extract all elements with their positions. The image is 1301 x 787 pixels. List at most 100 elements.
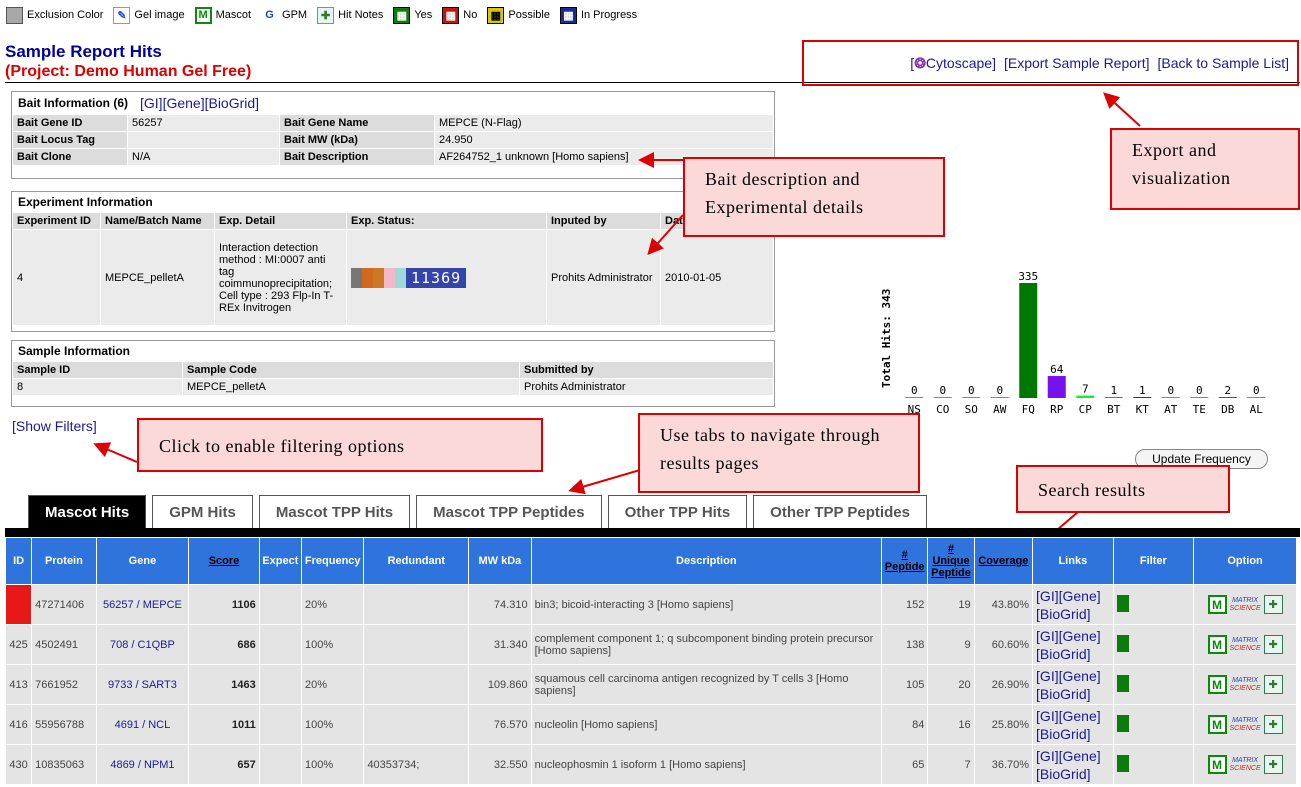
bait-key: Bait Gene ID bbox=[12, 114, 128, 132]
status-color-swatch bbox=[362, 267, 373, 288]
mascot-icon[interactable]: M bbox=[1207, 675, 1227, 694]
gi-link[interactable]: [GI] bbox=[1036, 748, 1059, 764]
chart-bar-cp bbox=[1076, 395, 1095, 398]
gi-link[interactable]: [GI] bbox=[1036, 628, 1059, 644]
gi-link[interactable]: [GI] bbox=[1036, 708, 1059, 724]
matrix-science-icon[interactable]: MATRIX SCIENCE bbox=[1230, 717, 1261, 733]
frequency: 100% bbox=[301, 744, 365, 785]
biogrid-link[interactable]: [BioGrid] bbox=[1036, 606, 1090, 622]
score: 657 bbox=[188, 744, 260, 785]
legend-label: No bbox=[463, 9, 478, 21]
matrix-label: MATRIX bbox=[1232, 596, 1259, 604]
links-cell: [GI][Gene] [BioGrid] bbox=[1032, 624, 1114, 665]
gene-db-link[interactable]: [Gene] bbox=[1059, 628, 1101, 644]
hit-notes-icon[interactable]: ✚ bbox=[1263, 635, 1283, 654]
peptide-count: 105 bbox=[881, 664, 929, 705]
gene-link[interactable]: 4691 / NCL bbox=[95, 704, 190, 745]
gene-link[interactable]: 4869 / NPM1 bbox=[95, 744, 190, 785]
legend-label: Mascot bbox=[215, 9, 252, 21]
biogrid-link[interactable]: [BioGrid] bbox=[1036, 646, 1090, 662]
show-filters-link[interactable]: [Show Filters] bbox=[12, 418, 97, 434]
matrix-science-icon[interactable]: MATRIX SCIENCE bbox=[1230, 757, 1261, 773]
hit-notes-icon[interactable]: ✚ bbox=[1263, 675, 1283, 694]
row-id: 425 bbox=[4, 624, 33, 665]
biogrid-link[interactable]: [BioGrid] bbox=[1036, 766, 1090, 782]
bait-gi-link[interactable]: [GI] bbox=[140, 95, 163, 111]
mascot-icon[interactable]: M bbox=[1207, 635, 1227, 654]
matrix-science-icon[interactable]: MATRIX SCIENCE bbox=[1230, 677, 1261, 693]
hit-notes-icon[interactable]: ✚ bbox=[1263, 595, 1283, 614]
legend-exclusion: Exclusion Color bbox=[6, 6, 103, 24]
gi-link[interactable]: [GI] bbox=[1036, 588, 1059, 604]
matrix-science-icon[interactable]: MATRIX SCIENCE bbox=[1230, 597, 1261, 613]
chart-value-label: 0 bbox=[968, 384, 975, 397]
description: nucleolin [Homo sapiens] bbox=[530, 704, 883, 745]
exclusion-color-icon bbox=[6, 6, 23, 24]
chart-tick-label: KT bbox=[1136, 403, 1150, 416]
back-to-sample-list-link[interactable]: [Back to Sample List] bbox=[1157, 55, 1289, 71]
arrow bbox=[568, 469, 641, 495]
legend-label: Possible bbox=[508, 9, 550, 21]
tab-other-tpp-peptides[interactable]: Other TPP Peptides bbox=[753, 495, 927, 528]
bait-biogrid-link[interactable]: [BioGrid] bbox=[205, 95, 259, 111]
chart-bar-al bbox=[1247, 397, 1266, 398]
gi-link[interactable]: [GI] bbox=[1036, 668, 1059, 684]
option-cell: M MATRIX SCIENCE ✚ bbox=[1193, 704, 1297, 745]
column-header-description: Description bbox=[530, 537, 883, 585]
legend-label: Gel image bbox=[134, 9, 185, 21]
cytoscape-link[interactable]: [❂Cytoscape] bbox=[910, 55, 996, 72]
column-header-score[interactable]: Score bbox=[188, 537, 260, 585]
bait-key: Bait Gene Name bbox=[279, 114, 435, 132]
peptide-count: 65 bbox=[881, 744, 929, 785]
mascot-icon[interactable]: M bbox=[1207, 755, 1227, 774]
chart-tick-label: FQ bbox=[1022, 403, 1035, 416]
gene-db-link[interactable]: [Gene] bbox=[1059, 588, 1101, 604]
gene-link[interactable]: 56257 / MEPCE bbox=[95, 584, 190, 625]
export-sample-report-link[interactable]: [Export Sample Report] bbox=[1004, 55, 1150, 71]
legend-label: In Progress bbox=[580, 9, 638, 21]
column-header-peptide[interactable]: # Peptide bbox=[881, 537, 929, 585]
table-row: Bait Locus Tag Bait MW (kDa) 24.950 bbox=[12, 131, 774, 149]
chart-tick-label: CO bbox=[936, 403, 949, 416]
mw-kda: 109.860 bbox=[468, 664, 532, 705]
gene-db-link[interactable]: [Gene] bbox=[1059, 668, 1101, 684]
hit-notes-icon[interactable]: ✚ bbox=[1263, 715, 1283, 734]
links-cell: [GI][Gene] [BioGrid] bbox=[1032, 744, 1114, 785]
table-header-row: ID Protein Gene Score Expect Frequency Redunda… bbox=[4, 537, 1297, 585]
tab-mascot-tpp-hits[interactable]: Mascot TPP Hits bbox=[258, 495, 411, 528]
legend-hit-notes: ✚ Hit Notes bbox=[317, 6, 383, 24]
column-header-unique-peptide[interactable]: # Unique Peptide bbox=[927, 537, 975, 585]
matrix-science-icon[interactable]: MATRIX SCIENCE bbox=[1230, 637, 1261, 653]
tab-underline bbox=[5, 528, 1300, 537]
tab-other-tpp-hits[interactable]: Other TPP Hits bbox=[607, 495, 748, 528]
gene-db-link[interactable]: [Gene] bbox=[1059, 708, 1101, 724]
expect bbox=[258, 624, 303, 665]
peptide-count: 84 bbox=[881, 704, 929, 745]
bait-key: Bait Description bbox=[279, 148, 435, 166]
tab-gpm-hits[interactable]: GPM Hits bbox=[152, 495, 253, 528]
tab-mascot-tpp-peptides[interactable]: Mascot TPP Peptides bbox=[416, 495, 602, 528]
bait-gene-link[interactable]: [Gene] bbox=[163, 95, 205, 111]
protein-id: 55956788 bbox=[31, 704, 97, 745]
mascot-icon[interactable]: M bbox=[1207, 595, 1227, 614]
sample-id: 8 bbox=[12, 378, 183, 396]
cytoscape-label: Cytoscape] bbox=[925, 54, 996, 71]
biogrid-link[interactable]: [BioGrid] bbox=[1036, 726, 1090, 742]
table-row: 4 MEPCE_pelletA Interaction detection me… bbox=[12, 229, 774, 326]
bait-key: Bait Clone bbox=[12, 148, 128, 166]
column-header-coverage[interactable]: Coverage bbox=[973, 537, 1034, 585]
sample-info-title: Sample Information bbox=[18, 344, 131, 358]
filter-status-icon bbox=[1116, 714, 1129, 732]
column-header: Sample ID bbox=[12, 361, 183, 379]
mw-kda: 76.570 bbox=[468, 704, 532, 745]
gene-db-link[interactable]: [Gene] bbox=[1059, 748, 1101, 764]
matrix-label: MATRIX bbox=[1232, 676, 1259, 684]
biogrid-link[interactable]: [BioGrid] bbox=[1036, 686, 1090, 702]
tab-mascot-hits[interactable]: Mascot Hits bbox=[28, 495, 147, 528]
mascot-icon[interactable]: M bbox=[1207, 715, 1227, 734]
chart-bar-rp bbox=[1047, 376, 1066, 398]
gene-link[interactable]: 9733 / SART3 bbox=[95, 664, 190, 705]
gene-link[interactable]: 708 / C1QBP bbox=[95, 624, 190, 665]
legend-possible: ▦ Possible bbox=[487, 6, 550, 24]
hit-notes-icon[interactable]: ✚ bbox=[1263, 755, 1283, 774]
